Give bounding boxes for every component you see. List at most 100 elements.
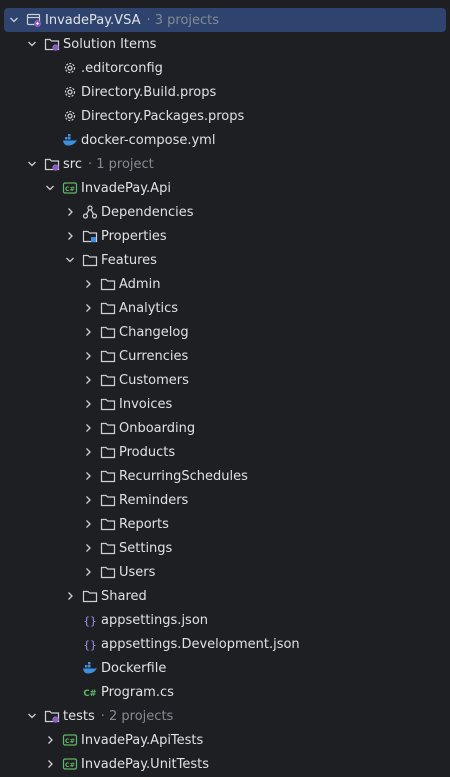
tree-node-solution-items[interactable]: Solution Items — [0, 32, 450, 56]
file-label: Dockerfile — [101, 660, 167, 676]
chevron-down-icon[interactable] — [26, 38, 38, 50]
chevron-down-icon[interactable] — [8, 14, 20, 26]
file-label: Directory.Build.props — [81, 84, 217, 100]
tree-node-feature-folder[interactable]: Products — [0, 440, 450, 464]
tree-node-invadepay-unittests[interactable]: C# InvadePay.UnitTests — [0, 752, 450, 776]
svg-text:C#: C# — [65, 737, 75, 745]
tree-node-features[interactable]: Features — [0, 248, 450, 272]
chevron-right-icon[interactable] — [64, 206, 76, 218]
chevron-right-icon[interactable] — [82, 494, 94, 506]
csharp-project-icon: C# — [62, 756, 78, 772]
docker-icon — [62, 132, 78, 148]
solution-items-label: Solution Items — [63, 36, 157, 52]
chevron-down-icon[interactable] — [44, 182, 56, 194]
src-project-count: · 1 project — [87, 156, 154, 172]
solution-icon — [26, 12, 42, 28]
docker-icon — [82, 660, 98, 676]
tree-node-feature-folder[interactable]: RecurringSchedules — [0, 464, 450, 488]
tree-node-feature-folder[interactable]: Invoices — [0, 392, 450, 416]
tree-node-feature-folder[interactable]: Customers — [0, 368, 450, 392]
solution-explorer-tree: InvadePay.VSA · 3 projects Solution Item… — [0, 0, 450, 777]
chevron-down-icon[interactable] — [64, 254, 76, 266]
chevron-right-icon[interactable] — [82, 350, 94, 362]
tree-node-editorconfig[interactable]: .editorconfig — [0, 56, 450, 80]
tree-node-invadepay-apitests[interactable]: C# InvadePay.ApiTests — [0, 728, 450, 752]
tree-node-program-cs[interactable]: C# Program.cs — [0, 680, 450, 704]
tree-node-properties[interactable]: Properties — [0, 224, 450, 248]
chevron-right-icon[interactable] — [82, 446, 94, 458]
folder-label: Users — [119, 564, 156, 580]
chevron-right-icon[interactable] — [82, 422, 94, 434]
tree-node-feature-folder[interactable]: Analytics — [0, 296, 450, 320]
folder-label: Reports — [119, 516, 169, 532]
csharp-file-icon: C# — [82, 684, 98, 700]
chevron-right-icon[interactable] — [82, 542, 94, 554]
solution-label: InvadePay.VSA — [45, 12, 141, 28]
tests-project-count: · 2 projects — [100, 708, 174, 724]
folder-icon — [100, 348, 116, 364]
chevron-right-icon[interactable] — [82, 326, 94, 338]
svg-text:C#: C# — [83, 689, 96, 699]
solution-project-count: · 3 projects — [146, 12, 220, 28]
tree-node-appsettings-json[interactable]: {} appsettings.json — [0, 608, 450, 632]
file-label: appsettings.Development.json — [101, 636, 300, 652]
folder-icon — [100, 492, 116, 508]
tree-node-dependencies[interactable]: Dependencies — [0, 200, 450, 224]
tree-node-feature-folder[interactable]: Changelog — [0, 320, 450, 344]
folder-icon — [100, 468, 116, 484]
project-label: InvadePay.Api — [81, 180, 171, 196]
tree-node-solution[interactable]: InvadePay.VSA · 3 projects — [4, 8, 446, 32]
tree-node-feature-folder[interactable]: Users — [0, 560, 450, 584]
solution-folder-icon — [44, 708, 60, 724]
chevron-right-icon[interactable] — [82, 566, 94, 578]
chevron-right-icon[interactable] — [64, 230, 76, 242]
tree-node-feature-folder[interactable]: Currencies — [0, 344, 450, 368]
tree-node-feature-folder[interactable]: Onboarding — [0, 416, 450, 440]
chevron-right-icon[interactable] — [82, 470, 94, 482]
folder-icon — [100, 324, 116, 340]
tree-node-invadepay-api[interactable]: C# InvadePay.Api — [0, 176, 450, 200]
csharp-project-icon: C# — [62, 732, 78, 748]
chevron-right-icon[interactable] — [44, 758, 56, 770]
dependencies-icon — [82, 204, 98, 220]
chevron-right-icon[interactable] — [44, 734, 56, 746]
gear-icon — [62, 60, 78, 76]
folder-label: Products — [119, 444, 176, 460]
chevron-right-icon[interactable] — [64, 590, 76, 602]
tree-node-directory-build-props[interactable]: Directory.Build.props — [0, 80, 450, 104]
project-label: InvadePay.UnitTests — [81, 756, 210, 772]
folder-icon — [100, 444, 116, 460]
chevron-right-icon[interactable] — [82, 398, 94, 410]
file-label: Directory.Packages.props — [81, 108, 245, 124]
chevron-right-icon[interactable] — [82, 302, 94, 314]
tree-node-shared[interactable]: Shared — [0, 584, 450, 608]
tree-node-directory-packages-props[interactable]: Directory.Packages.props — [0, 104, 450, 128]
features-label: Features — [101, 252, 157, 268]
tree-node-appsettings-development-json[interactable]: {} appsettings.Development.json — [0, 632, 450, 656]
tree-node-feature-folder[interactable]: Reminders — [0, 488, 450, 512]
folder-icon — [82, 252, 98, 268]
folder-label: Reminders — [119, 492, 189, 508]
chevron-right-icon[interactable] — [82, 278, 94, 290]
solution-folder-icon — [44, 156, 60, 172]
chevron-right-icon[interactable] — [82, 374, 94, 386]
tree-node-docker-compose[interactable]: docker-compose.yml — [0, 128, 450, 152]
svg-text:{}: {} — [83, 615, 96, 628]
chevron-down-icon[interactable] — [26, 158, 38, 170]
tree-node-feature-folder[interactable]: Settings — [0, 536, 450, 560]
shared-label: Shared — [101, 588, 147, 604]
chevron-right-icon[interactable] — [82, 518, 94, 530]
chevron-down-icon[interactable] — [26, 710, 38, 722]
tree-node-feature-folder[interactable]: Reports — [0, 512, 450, 536]
folder-label: Invoices — [119, 396, 173, 412]
folder-label: Admin — [119, 276, 161, 292]
properties-label: Properties — [101, 228, 167, 244]
tree-node-src[interactable]: src · 1 project — [0, 152, 450, 176]
folder-label: Analytics — [119, 300, 179, 316]
properties-folder-icon — [82, 228, 98, 244]
folder-label: RecurringSchedules — [119, 468, 248, 484]
tree-node-tests[interactable]: tests · 2 projects — [0, 704, 450, 728]
tree-node-dockerfile[interactable]: Dockerfile — [0, 656, 450, 680]
folder-icon — [100, 396, 116, 412]
tree-node-feature-folder[interactable]: Admin — [0, 272, 450, 296]
